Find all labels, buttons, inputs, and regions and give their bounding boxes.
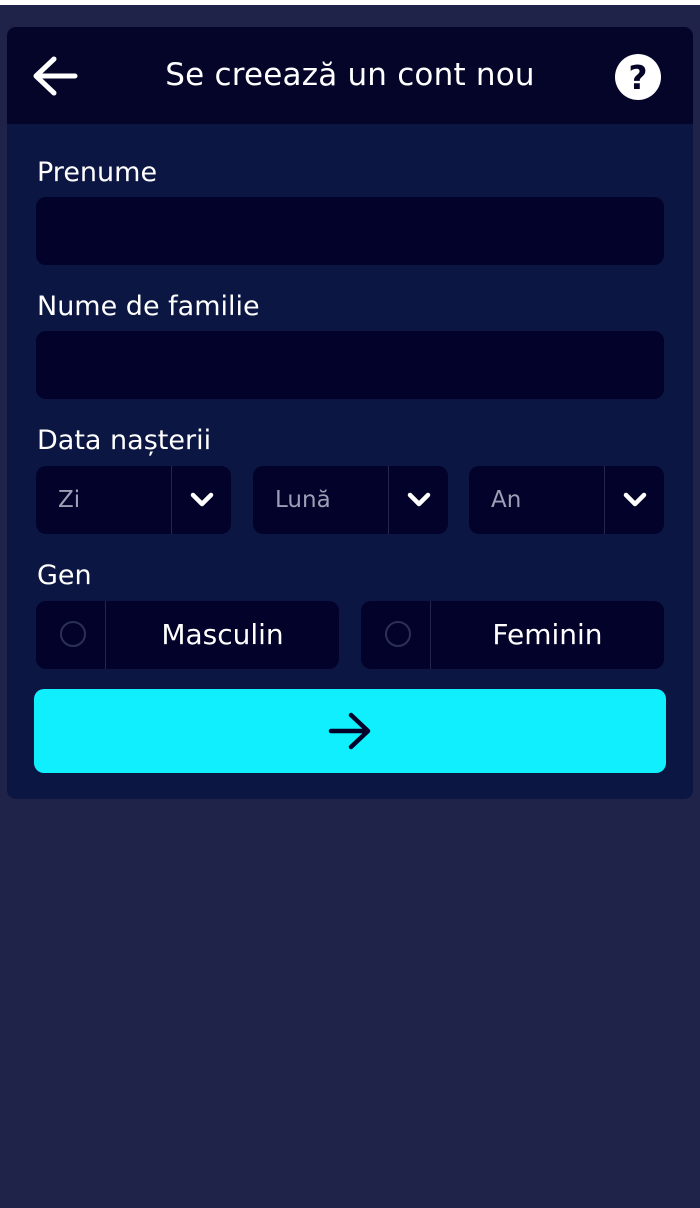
back-button[interactable] [29,50,81,102]
birth-date-label: Data nașterii [37,425,212,456]
gender-option-label: Masculin [161,618,284,651]
first-name-label: Prenume [37,157,158,188]
question-mark-icon: ? [628,57,648,97]
month-select-value: Lună [275,487,331,513]
page-title: Se creează un cont nou [165,57,535,93]
last-name-label: Nume de familie [37,291,260,322]
chevron-down-icon [605,466,664,534]
gender-option-label: Feminin [492,618,603,651]
chevron-down-icon [389,466,448,534]
gender-label: Gen [37,560,92,591]
help-button[interactable]: ? [615,54,661,100]
month-select[interactable]: Lună [253,466,448,534]
signup-card: Se creează un cont nou ? Prenume Nume de… [7,27,693,799]
chevron-down-icon [172,466,231,534]
first-name-input[interactable] [36,197,664,265]
next-button[interactable] [34,689,666,773]
last-name-input[interactable] [36,331,664,399]
gender-option-male[interactable]: Masculin [36,601,339,669]
year-select-value: An [491,487,522,513]
day-select-value: Zi [58,487,81,513]
header-bar: Se creează un cont nou ? [7,27,693,124]
year-select[interactable]: An [469,466,664,534]
radio-button-female[interactable] [385,621,411,647]
radio-button-male[interactable] [60,621,86,647]
arrow-right-icon [328,712,371,750]
top-border [0,0,700,5]
day-select[interactable]: Zi [36,466,231,534]
gender-option-female[interactable]: Feminin [361,601,664,669]
arrow-left-icon [33,56,78,96]
